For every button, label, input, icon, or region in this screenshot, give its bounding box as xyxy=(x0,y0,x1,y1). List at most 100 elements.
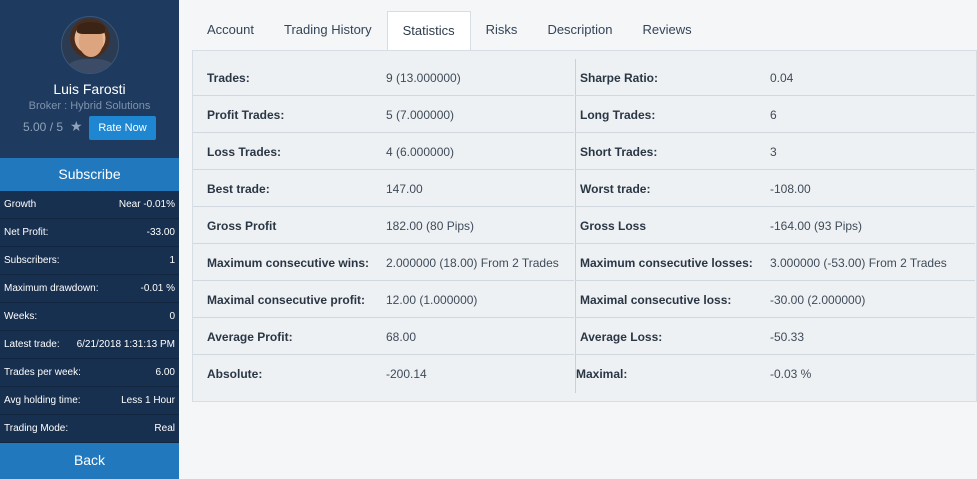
stat-value: 6/21/2018 1:31:13 PM xyxy=(76,339,175,350)
stat-label: Short Trades: xyxy=(580,145,658,159)
stat-value: 12.00 (1.000000) xyxy=(386,293,478,307)
stat-label: Average Loss: xyxy=(580,330,663,344)
stat-value: -50.33 xyxy=(770,330,805,344)
stat-label: Maximum drawdown: xyxy=(4,283,99,294)
stat-maximal: Maximal: -0.03 % xyxy=(576,355,975,392)
stat-label: Trading Mode: xyxy=(4,423,69,434)
tab-trading-history[interactable]: Trading History xyxy=(269,11,387,51)
stat-label: Subscribers: xyxy=(4,255,60,266)
tab-bar: Account Trading History Statistics Risks… xyxy=(192,11,707,51)
stat-row-latest-trade: Latest trade: 6/21/2018 1:31:13 PM xyxy=(0,331,179,359)
stat-label: Absolute: xyxy=(207,367,263,381)
stat-label: Long Trades: xyxy=(580,108,656,122)
stat-average-profit: Average Profit: 68.00 xyxy=(193,318,574,355)
stat-value: 4 (6.000000) xyxy=(386,145,455,159)
stat-value: -0.01 % xyxy=(140,283,175,294)
statistics-right-column: Sharpe Ratio: 0.04 Long Trades: 6 Short … xyxy=(575,59,975,393)
stat-average-loss: Average Loss: -50.33 xyxy=(576,318,975,355)
stat-row-subscribers: Subscribers: 1 xyxy=(0,247,179,275)
stat-row-weeks: Weeks: 0 xyxy=(0,303,179,331)
tab-description[interactable]: Description xyxy=(532,11,627,51)
stat-trades: Trades: 9 (13.000000) xyxy=(193,59,574,96)
tab-account[interactable]: Account xyxy=(192,11,269,51)
main-content: Account Trading History Statistics Risks… xyxy=(179,0,977,479)
stat-value: 1 xyxy=(169,255,175,266)
stat-label: Avg holding time: xyxy=(4,395,81,406)
rate-now-button[interactable]: Rate Now xyxy=(89,116,156,140)
stat-label: Maximal: xyxy=(576,367,628,381)
stat-label: Maximal consecutive profit: xyxy=(207,293,366,307)
stat-sharpe-ratio: Sharpe Ratio: 0.04 xyxy=(576,59,975,96)
tab-statistics[interactable]: Statistics xyxy=(386,11,471,51)
stat-max-consecutive-profit: Maximal consecutive profit: 12.00 (1.000… xyxy=(193,281,574,318)
stat-value: 0 xyxy=(169,311,175,322)
stat-value: -0.03 % xyxy=(770,367,812,381)
stat-row-growth: Growth Near -0.01% xyxy=(0,191,179,219)
star-icon: ★ xyxy=(70,118,83,134)
stat-label: Best trade: xyxy=(207,182,270,196)
stat-row-trading-mode: Trading Mode: Real xyxy=(0,415,179,443)
stat-short-trades: Short Trades: 3 xyxy=(576,133,975,170)
stat-label: Maximum consecutive wins: xyxy=(207,256,370,270)
stat-row-max-drawdown: Maximum drawdown: -0.01 % xyxy=(0,275,179,303)
stat-value: Near -0.01% xyxy=(118,199,175,210)
statistics-panel: Trades: 9 (13.000000) Profit Trades: 5 (… xyxy=(192,50,977,402)
trader-name: Luis Farosti xyxy=(53,81,126,97)
stat-value: -30.00 (2.000000) xyxy=(770,293,866,307)
stat-max-consecutive-losses: Maximum consecutive losses: 3.000000 (-5… xyxy=(576,244,975,281)
stat-label: Weeks: xyxy=(4,311,38,322)
stat-row-avg-holding: Avg holding time: Less 1 Hour xyxy=(0,387,179,415)
stat-best-trade: Best trade: 147.00 xyxy=(193,170,574,207)
stat-label: Sharpe Ratio: xyxy=(580,71,659,85)
stat-value: -200.14 xyxy=(386,367,427,381)
stat-label: Worst trade: xyxy=(580,182,651,196)
stat-value: -164.00 (93 Pips) xyxy=(770,219,863,233)
stat-gross-loss: Gross Loss -164.00 (93 Pips) xyxy=(576,207,975,244)
stat-value: 5 (7.000000) xyxy=(386,108,455,122)
stat-value: -33.00 xyxy=(146,227,175,238)
stat-value: 6 xyxy=(770,108,777,122)
stat-value: Less 1 Hour xyxy=(121,395,175,406)
stat-row-trades-per-week: Trades per week: 6.00 xyxy=(0,359,179,387)
stat-value: 9 (13.000000) xyxy=(386,71,461,85)
avatar xyxy=(61,16,119,74)
statistics-left-column: Trades: 9 (13.000000) Profit Trades: 5 (… xyxy=(193,59,574,392)
stat-absolute: Absolute: -200.14 xyxy=(193,355,574,392)
stat-max-consecutive-loss: Maximal consecutive loss: -30.00 (2.0000… xyxy=(576,281,975,318)
stat-value: 182.00 (80 Pips) xyxy=(386,219,475,233)
stat-label: Average Profit: xyxy=(207,330,293,344)
stat-label: Trades: xyxy=(207,71,250,85)
subscribe-button[interactable]: Subscribe xyxy=(0,158,179,191)
stat-long-trades: Long Trades: 6 xyxy=(576,96,975,133)
tab-reviews[interactable]: Reviews xyxy=(627,11,706,51)
stat-label: Maximal consecutive loss: xyxy=(580,293,732,307)
stat-value: 68.00 xyxy=(386,330,417,344)
stat-value: 6.00 xyxy=(155,367,175,378)
stat-max-consecutive-wins: Maximum consecutive wins: 2.000000 (18.0… xyxy=(193,244,574,281)
stat-value: 3 xyxy=(770,145,777,159)
broker-label: Broker : Hybrid Solutions xyxy=(28,100,151,112)
stat-label: Gross Loss xyxy=(580,219,647,233)
stat-value: 0.04 xyxy=(770,71,794,85)
back-button[interactable]: Back xyxy=(0,443,179,479)
stat-value: 147.00 xyxy=(386,182,423,196)
stat-value: 2.000000 (18.00) From 2 Trades xyxy=(386,256,559,270)
stat-value: Real xyxy=(154,423,175,434)
stat-label: Trades per week: xyxy=(4,367,81,378)
stat-label: Latest trade: xyxy=(4,339,60,350)
profile-card: Luis Farosti Broker : Hybrid Solutions 5… xyxy=(0,0,179,158)
tab-risks[interactable]: Risks xyxy=(471,11,533,51)
stat-value: -108.00 xyxy=(770,182,811,196)
rating-score: 5.00 / 5 xyxy=(23,120,64,134)
stat-label: Maximum consecutive losses: xyxy=(580,256,753,270)
stat-row-net-profit: Net Profit: -33.00 xyxy=(0,219,179,247)
stat-value: 3.000000 (-53.00) From 2 Trades xyxy=(770,256,947,270)
stat-label: Profit Trades: xyxy=(207,108,285,122)
sidebar-stats: Growth Near -0.01% Net Profit: -33.00 Su… xyxy=(0,191,179,443)
stat-gross-profit: Gross Profit 182.00 (80 Pips) xyxy=(193,207,574,244)
stat-profit-trades: Profit Trades: 5 (7.000000) xyxy=(193,96,574,133)
stat-worst-trade: Worst trade: -108.00 xyxy=(576,170,975,207)
stat-loss-trades: Loss Trades: 4 (6.000000) xyxy=(193,133,574,170)
stat-label: Gross Profit xyxy=(207,219,277,233)
stat-label: Loss Trades: xyxy=(207,145,282,159)
